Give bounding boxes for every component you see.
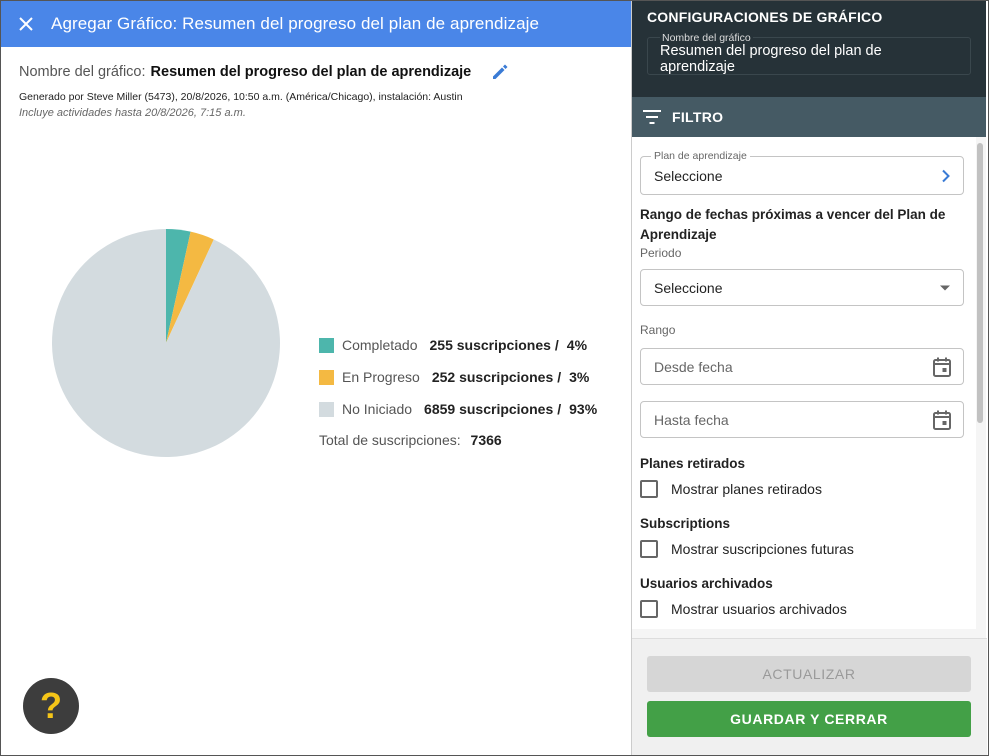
legend-count: 252 suscripciones (431, 369, 554, 385)
archived-users-check-label: Mostrar usuarios archivados (671, 601, 847, 617)
filter-title: FILTRO (672, 109, 724, 125)
range-label: Rango (640, 323, 676, 337)
caret-down-icon (939, 284, 951, 292)
future-subscriptions-check-label: Mostrar suscripciones futuras (671, 541, 854, 557)
retired-plans-title: Planes retirados (640, 456, 746, 471)
future-subscriptions-checkbox[interactable] (640, 540, 658, 558)
legend-swatch (319, 337, 334, 353)
chart-name-row: Nombre del gráfico: Resumen del progreso… (19, 61, 619, 83)
legend-count: 6859 suscripciones (424, 401, 554, 417)
generated-by-text: Generado por Steve Miller (5473), 20/8/2… (19, 91, 463, 103)
legend-swatch (319, 401, 334, 417)
chevron-right-icon (941, 169, 951, 183)
save-and-close-button[interactable]: GUARDAR Y CERRAR (647, 701, 971, 737)
legend-count: 255 suscripciones (429, 337, 551, 353)
legend-label: Completado (342, 337, 418, 353)
chart-legend: Completado 255 suscripciones / 4% En Pro… (319, 336, 597, 448)
learning-plan-field[interactable]: Plan de aprendizaje Seleccione (640, 150, 964, 195)
learning-plan-value: Seleccione (654, 167, 723, 184)
legend-separator: / (557, 369, 562, 385)
subscriptions-title: Subscriptions (640, 516, 731, 531)
archived-users-checkbox-row[interactable]: Mostrar usuarios archivados (640, 598, 976, 620)
legend-label: No Iniciado (342, 401, 413, 417)
period-value: Seleccione (654, 279, 723, 296)
filter-icon (642, 107, 662, 127)
pencil-icon[interactable] (489, 61, 511, 83)
legend-swatch (319, 369, 334, 385)
legend-percent: 3% (569, 369, 590, 385)
help-button[interactable]: ? (23, 678, 79, 734)
legend-label: En Progreso (342, 369, 420, 385)
archived-users-title: Usuarios archivados (640, 576, 773, 591)
window-frame: Agregar Gráfico: Resumen del progreso de… (0, 0, 989, 756)
future-subscriptions-checkbox-row[interactable]: Mostrar suscripciones futuras (640, 538, 976, 560)
legend-item-in-progress: En Progreso 252 suscripciones / 3% (319, 368, 597, 386)
retired-plans-check-label: Mostrar planes retirados (671, 481, 822, 497)
to-date-placeholder: Hasta fecha (654, 411, 729, 428)
chart-name-field-label: Nombre del gráfico (660, 32, 753, 44)
update-button[interactable]: ACTUALIZAR (647, 656, 971, 692)
legend-item-not-started: No Iniciado 6859 suscripciones / 93% (319, 400, 597, 418)
from-date-input[interactable]: Desde fecha (640, 348, 964, 385)
to-date-input[interactable]: Hasta fecha (640, 401, 964, 438)
retired-plans-checkbox[interactable] (640, 480, 658, 498)
chart-name-field[interactable]: Nombre del gráfico Resumen del progreso … (647, 32, 971, 75)
pie-chart (51, 228, 281, 458)
date-range-title: Rango de fechas próximas a vencer del Pl… (640, 207, 946, 242)
total-label: Total de suscripciones: (319, 432, 461, 448)
close-icon[interactable] (1, 1, 51, 47)
legend-percent: 93% (569, 401, 598, 417)
calendar-icon[interactable] (933, 357, 951, 377)
legend-separator: / (557, 401, 562, 417)
total-subscriptions: Total de suscripciones: 7366 (319, 432, 597, 448)
period-label: Periodo (640, 246, 682, 260)
chart-name-field-value: Resumen del progreso del plan de aprendi… (660, 43, 882, 75)
period-select[interactable]: Seleccione (640, 269, 964, 306)
filter-scrollbar[interactable] (976, 141, 984, 629)
legend-item-completed: Completado 255 suscripciones / 4% (319, 336, 597, 354)
chart-settings-panel: CONFIGURACIONES DE GRÁFICO Nombre del gr… (631, 1, 987, 755)
includes-activities-text: Incluye actividades hasta 20/8/2026, 7:1… (19, 107, 246, 119)
pie-slice-not-started[interactable] (52, 229, 281, 457)
scrollbar-thumb[interactable] (977, 143, 983, 423)
retired-plans-checkbox-row[interactable]: Mostrar planes retirados (640, 478, 976, 500)
learning-plan-label: Plan de aprendizaje (651, 150, 750, 162)
calendar-icon[interactable] (933, 410, 951, 430)
dialog-title: Agregar Gráfico: Resumen del progreso de… (51, 14, 540, 33)
filter-body: Plan de aprendizaje Seleccione Rango de … (632, 137, 976, 629)
archived-users-checkbox[interactable] (640, 600, 658, 618)
settings-title: CONFIGURACIONES DE GRÁFICO (647, 9, 883, 25)
settings-footer: ACTUALIZAR GUARDAR Y CERRAR (632, 638, 987, 755)
settings-header: CONFIGURACIONES DE GRÁFICO Nombre del gr… (632, 1, 986, 97)
chart-info: Nombre del gráfico: Resumen del progreso… (19, 61, 619, 119)
legend-percent: 4% (566, 337, 588, 353)
total-value: 7366 (470, 432, 502, 448)
chart-name-label: Nombre del gráfico: (19, 64, 146, 80)
chart-name-value: Resumen del progreso del plan de aprendi… (150, 64, 472, 80)
dialog-header: Agregar Gráfico: Resumen del progreso de… (1, 1, 631, 47)
legend-separator: / (554, 337, 559, 353)
filter-header[interactable]: FILTRO (632, 97, 986, 137)
from-date-placeholder: Desde fecha (654, 358, 733, 375)
